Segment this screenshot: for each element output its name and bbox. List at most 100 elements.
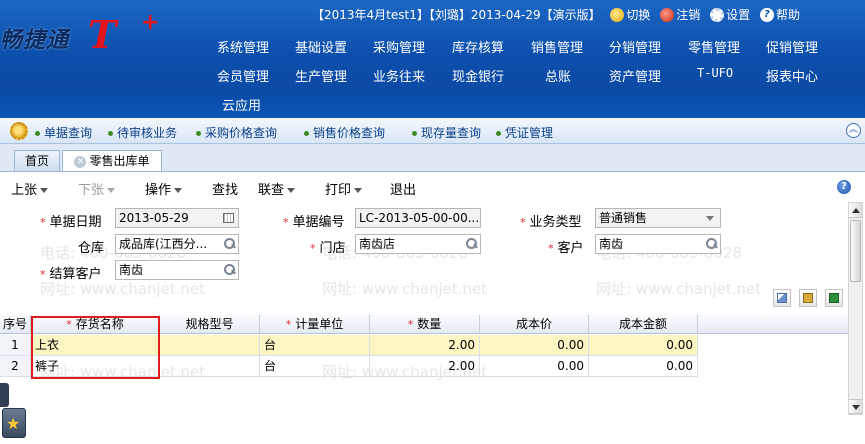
cell-unit[interactable]: 台 bbox=[260, 335, 370, 356]
store-value: 南齿店 bbox=[359, 237, 396, 251]
quick-link-sales-price[interactable]: 销售价格查询 bbox=[304, 124, 385, 141]
close-icon[interactable]: ✕ bbox=[74, 155, 87, 168]
switch-button[interactable]: 切换 bbox=[610, 6, 650, 23]
help-button[interactable]: ? 帮助 bbox=[759, 6, 800, 23]
logout-label: 注销 bbox=[676, 8, 701, 22]
print-button[interactable]: 打印 bbox=[325, 179, 363, 198]
paste-icon[interactable] bbox=[799, 289, 817, 307]
next-button[interactable]: 下张 bbox=[78, 179, 116, 198]
vertical-scrollbar[interactable] bbox=[848, 202, 863, 415]
date-field[interactable]: 2013-05-29 bbox=[115, 208, 239, 228]
settings-button[interactable]: 设置 bbox=[710, 6, 750, 23]
exit-button[interactable]: 退出 bbox=[390, 179, 416, 198]
col-header-price[interactable]: 成本价 bbox=[480, 315, 589, 334]
menu-ledger[interactable]: 总账 bbox=[545, 66, 571, 85]
operate-button[interactable]: 操作 bbox=[145, 179, 183, 198]
chevron-down-icon bbox=[40, 188, 49, 193]
settle-customer-field[interactable]: 南齿 bbox=[115, 260, 239, 280]
col-header-amount[interactable]: 成本金额 bbox=[589, 315, 698, 334]
prev-button[interactable]: 上张 bbox=[11, 179, 49, 198]
chevron-down-icon bbox=[287, 188, 296, 193]
table-row[interactable]: 1 上衣 台 2.00 0.00 0.00 bbox=[0, 335, 698, 356]
menu-membership[interactable]: 会员管理 bbox=[217, 66, 269, 85]
menu-cash-bank[interactable]: 现金银行 bbox=[452, 66, 504, 85]
menu-business[interactable]: 业务往来 bbox=[373, 66, 425, 85]
scroll-up-button[interactable] bbox=[849, 203, 862, 218]
quick-link-document-query[interactable]: 单据查询 bbox=[35, 124, 92, 141]
logout-button[interactable]: 注销 bbox=[660, 6, 700, 23]
menu-reports[interactable]: 报表中心 bbox=[766, 66, 818, 85]
col-header-filler bbox=[698, 315, 848, 334]
tab-bar: 首页 ✕ 零售出库单 bbox=[0, 146, 865, 171]
menu-distribution[interactable]: 分销管理 bbox=[609, 37, 661, 56]
code-field[interactable]: LC-2013-05-00-00... bbox=[355, 208, 481, 228]
tab-home[interactable]: 首页 bbox=[14, 150, 60, 171]
customer-field[interactable]: 南齿 bbox=[595, 234, 721, 254]
chevron-up-icon bbox=[852, 208, 860, 213]
favorites-button[interactable]: ★ bbox=[2, 408, 26, 438]
menu-production[interactable]: 生产管理 bbox=[295, 66, 347, 85]
menu-sales[interactable]: 销售管理 bbox=[531, 37, 583, 56]
document-workspace: 上张 下张 操作 查找 联查 打印 退出 ? 电话: 400-665-0028 … bbox=[0, 171, 865, 444]
cell-spec[interactable] bbox=[160, 356, 260, 377]
menu-promotion[interactable]: 促销管理 bbox=[766, 37, 818, 56]
menu-cloud-apps[interactable]: 云应用 bbox=[222, 95, 261, 114]
quick-link-purchase-price[interactable]: 采购价格查询 bbox=[196, 124, 277, 141]
quick-link-pending-review[interactable]: 待审核业务 bbox=[108, 124, 177, 141]
cell-name[interactable]: 裤子 bbox=[31, 356, 160, 377]
cell-price[interactable]: 0.00 bbox=[480, 335, 589, 356]
quick-link-stock-query[interactable]: 现存量查询 bbox=[412, 124, 481, 141]
menu-inventory[interactable]: 库存核算 bbox=[452, 37, 504, 56]
settle-customer-label: * 结算客户 bbox=[40, 267, 102, 282]
col-header-spec[interactable]: 规格型号 bbox=[160, 315, 260, 334]
menu-assets[interactable]: 资产管理 bbox=[609, 66, 661, 85]
menu-basic-setup[interactable]: 基础设置 bbox=[295, 37, 347, 56]
calendar-icon[interactable] bbox=[223, 213, 234, 223]
find-button[interactable]: 查找 bbox=[212, 179, 238, 198]
search-icon[interactable] bbox=[224, 264, 235, 275]
col-header-unit[interactable]: * 计量单位 bbox=[260, 315, 370, 334]
search-icon[interactable] bbox=[466, 238, 477, 249]
col-header-no[interactable]: 序号 bbox=[0, 315, 31, 334]
cell-qty[interactable]: 2.00 bbox=[370, 356, 480, 377]
col-header-unit-text: 计量单位 bbox=[295, 317, 344, 331]
quick-settings-gear-icon[interactable] bbox=[10, 122, 28, 140]
quick-links-bar: 单据查询 待审核业务 采购价格查询 销售价格查询 现存量查询 凭证管理 ︽ bbox=[0, 118, 865, 144]
menu-t-ufo[interactable]: T-UFO bbox=[697, 66, 733, 80]
scroll-down-button[interactable] bbox=[849, 399, 862, 414]
side-panel-handle[interactable] bbox=[0, 383, 9, 407]
search-icon[interactable] bbox=[706, 238, 717, 249]
store-field[interactable]: 南齿店 bbox=[355, 234, 481, 254]
scroll-thumb[interactable] bbox=[850, 220, 861, 282]
table-row[interactable]: 2 裤子 台 2.00 0.00 0.00 bbox=[0, 356, 698, 377]
col-header-qty-text: 数量 bbox=[417, 317, 442, 331]
menu-purchase[interactable]: 采购管理 bbox=[373, 37, 425, 56]
cell-amount[interactable]: 0.00 bbox=[589, 356, 698, 377]
search-icon[interactable] bbox=[224, 238, 235, 249]
cell-price[interactable]: 0.00 bbox=[480, 356, 589, 377]
logo-text: 畅捷通 bbox=[0, 27, 70, 53]
col-header-name[interactable]: * 存货名称 bbox=[31, 315, 160, 334]
quick-link-voucher[interactable]: 凭证管理 bbox=[496, 124, 553, 141]
chevron-down-icon bbox=[107, 188, 116, 193]
col-header-qty[interactable]: * 数量 bbox=[370, 315, 480, 334]
copy-icon[interactable] bbox=[773, 289, 791, 307]
cell-qty[interactable]: 2.00 bbox=[370, 335, 480, 356]
link-label: 联查 bbox=[258, 183, 285, 198]
menu-system[interactable]: 系统管理 bbox=[217, 37, 269, 56]
collapse-up-icon[interactable]: ︽ bbox=[846, 123, 861, 138]
cell-name[interactable]: 上衣 bbox=[31, 335, 160, 356]
chevron-down-icon[interactable] bbox=[706, 216, 714, 221]
store-label: * 门店 bbox=[310, 241, 346, 256]
tab-retail-outbound[interactable]: ✕ 零售出库单 bbox=[62, 150, 162, 171]
biztype-select[interactable]: 普通销售 bbox=[595, 208, 721, 228]
menu-retail[interactable]: 零售管理 bbox=[688, 37, 740, 56]
excel-export-icon[interactable] bbox=[825, 289, 843, 307]
help-icon[interactable]: ? bbox=[837, 180, 851, 194]
cell-amount[interactable]: 0.00 bbox=[589, 335, 698, 356]
cell-unit[interactable]: 台 bbox=[260, 356, 370, 377]
link-query-button[interactable]: 联查 bbox=[258, 179, 296, 198]
warehouse-field[interactable]: 成品库(江西分... bbox=[115, 234, 239, 254]
cell-spec[interactable] bbox=[160, 335, 260, 356]
top-status-bar: 【2013年4月test1】【刘璐】2013-04-29【演示版】 切换 注销 … bbox=[312, 6, 800, 22]
